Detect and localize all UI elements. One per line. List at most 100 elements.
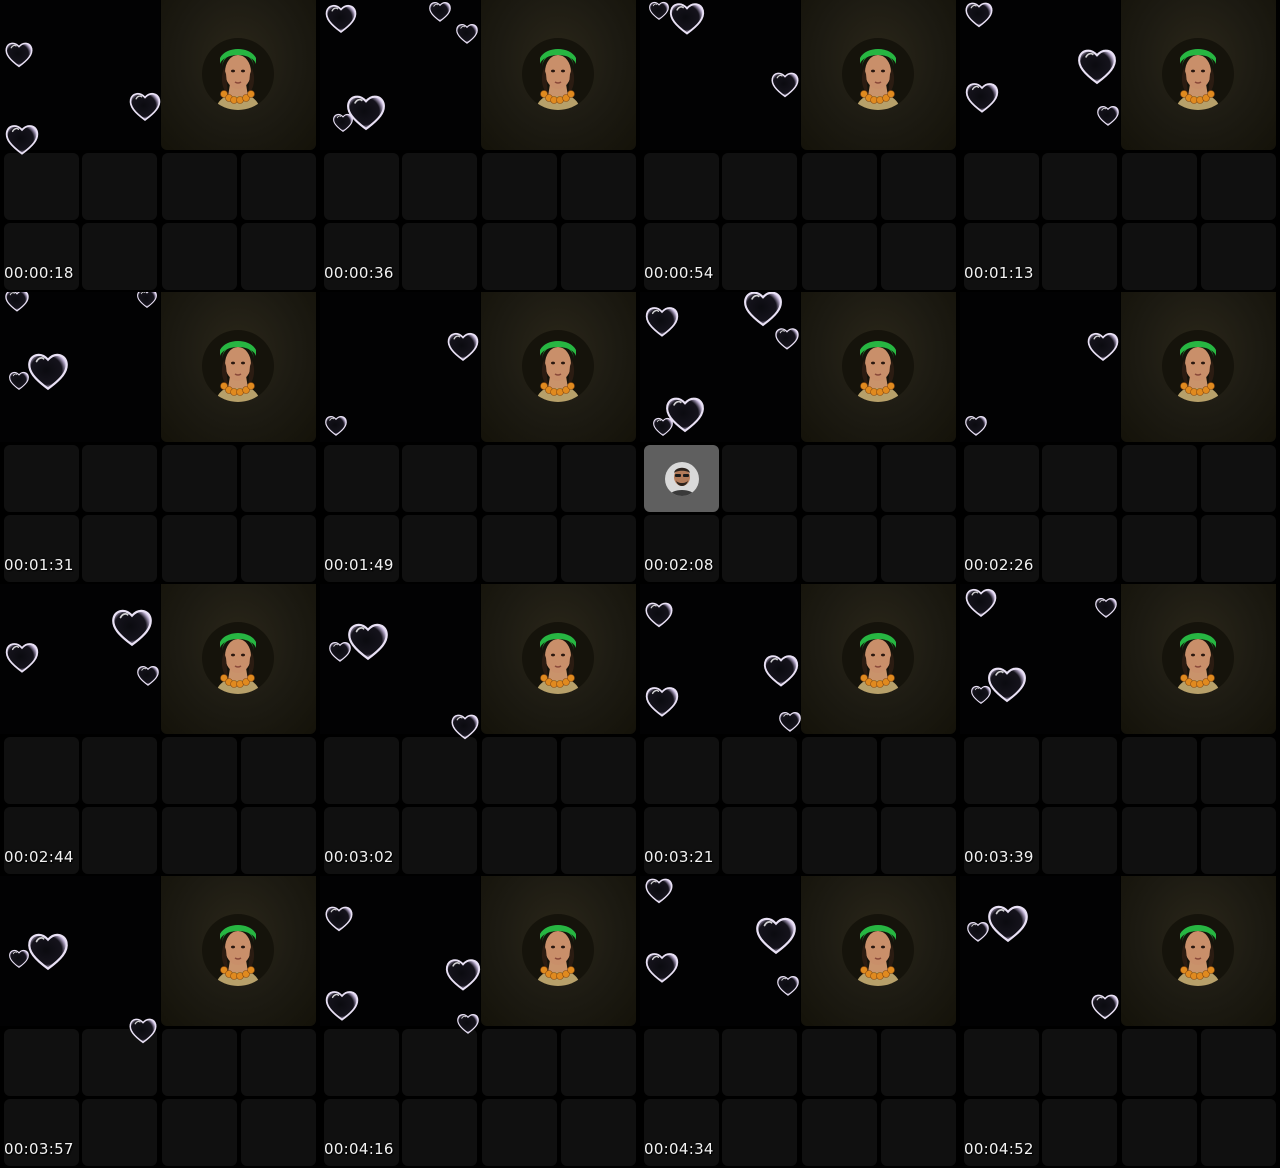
heart-bubble-icon — [444, 956, 482, 998]
video-frame[interactable]: 00:02:26 — [960, 292, 1280, 584]
participant-video — [161, 584, 316, 734]
heart-bubble-icon — [324, 988, 360, 1028]
participant-avatar — [842, 914, 914, 986]
heart-bubble-icon — [644, 950, 680, 990]
empty-video-tile — [324, 153, 399, 220]
frame-timestamp: 00:03:39 — [964, 848, 1034, 866]
empty-video-tile — [1201, 515, 1276, 582]
empty-video-tile — [1201, 223, 1276, 290]
empty-video-tile — [241, 153, 316, 220]
heart-bubble-icon — [332, 112, 354, 138]
empty-video-tile — [162, 223, 237, 290]
empty-video-tile — [4, 445, 79, 512]
video-frame[interactable]: 00:02:44 — [0, 584, 320, 876]
empty-video-tile — [561, 153, 636, 220]
frame-timestamp: 00:01:49 — [324, 556, 394, 574]
empty-video-tile — [1201, 1099, 1276, 1166]
video-frame[interactable]: 00:04:52 — [960, 876, 1280, 1168]
heart-bubble-icon — [970, 684, 992, 710]
heart-bubble-icon — [136, 292, 158, 314]
heart-bubble-icon — [1076, 46, 1118, 92]
video-frame[interactable]: 00:03:21 — [640, 584, 960, 876]
empty-video-tile — [1122, 515, 1197, 582]
frame-timestamp: 00:01:31 — [4, 556, 74, 574]
empty-video-tile — [802, 737, 877, 804]
empty-video-tile — [1122, 807, 1197, 874]
empty-video-tile — [881, 737, 956, 804]
empty-video-tile — [881, 445, 956, 512]
empty-video-tile — [82, 223, 157, 290]
heart-bubble-icon — [450, 712, 480, 746]
video-frame[interactable]: 00:04:16 — [320, 876, 640, 1168]
participant-video — [481, 292, 636, 442]
empty-video-tile — [162, 807, 237, 874]
empty-video-tile — [482, 737, 557, 804]
heart-bubble-icon — [26, 350, 70, 398]
video-frame[interactable]: 00:04:34 — [640, 876, 960, 1168]
heart-bubble-icon — [1094, 596, 1118, 624]
empty-video-tile — [964, 153, 1039, 220]
heart-bubble-icon — [644, 600, 674, 634]
empty-video-tile — [482, 445, 557, 512]
empty-video-tile — [881, 1029, 956, 1096]
empty-video-tile — [644, 153, 719, 220]
heart-bubble-icon — [455, 22, 479, 50]
empty-video-tile — [241, 445, 316, 512]
participant-avatar — [1162, 38, 1234, 110]
heart-bubble-icon — [4, 122, 40, 162]
heart-bubble-icon — [668, 0, 706, 42]
empty-video-tile — [324, 737, 399, 804]
frame-timestamp: 00:02:08 — [644, 556, 714, 574]
empty-video-tile — [1201, 807, 1276, 874]
video-frame[interactable]: 00:03:57 — [0, 876, 320, 1168]
empty-video-tile — [644, 1029, 719, 1096]
video-frame[interactable]: 00:01:49 — [320, 292, 640, 584]
empty-video-tile — [561, 515, 636, 582]
participant-avatar — [202, 914, 274, 986]
empty-video-tile — [881, 223, 956, 290]
empty-video-tile — [802, 223, 877, 290]
frame-timestamp: 00:03:02 — [324, 848, 394, 866]
video-frame[interactable]: 00:00:54 — [640, 0, 960, 292]
empty-video-tile — [162, 1029, 237, 1096]
heart-bubble-icon — [964, 586, 998, 624]
empty-video-tile — [1122, 1029, 1197, 1096]
heart-bubble-icon — [4, 640, 40, 680]
empty-video-tile — [722, 445, 797, 512]
empty-video-tile — [1122, 445, 1197, 512]
empty-video-tile — [644, 737, 719, 804]
video-frame[interactable]: 00:00:36 — [320, 0, 640, 292]
video-frame[interactable]: 00:00:18 — [0, 0, 320, 292]
video-frame[interactable]: 00:03:02 — [320, 584, 640, 876]
heart-bubble-icon — [986, 664, 1028, 710]
video-frame[interactable]: 00:02:08 — [640, 292, 960, 584]
participant-avatar — [202, 622, 274, 694]
heart-bubble-icon — [8, 370, 30, 396]
participant-video — [161, 0, 316, 150]
participant-avatar — [202, 330, 274, 402]
participant-avatar — [522, 622, 594, 694]
frame-timestamp: 00:02:44 — [4, 848, 74, 866]
empty-video-tile — [402, 807, 477, 874]
empty-video-tile — [1122, 1099, 1197, 1166]
heart-bubble-icon — [128, 90, 162, 128]
frame-timestamp: 00:02:26 — [964, 556, 1034, 574]
video-frame[interactable]: 00:01:31 — [0, 292, 320, 584]
empty-video-tile — [1042, 515, 1117, 582]
empty-video-tile — [1122, 223, 1197, 290]
empty-video-tile — [964, 737, 1039, 804]
video-frame[interactable]: 00:03:39 — [960, 584, 1280, 876]
empty-video-tile — [722, 515, 797, 582]
empty-video-tile — [1042, 1099, 1117, 1166]
frame-timestamp: 00:03:21 — [644, 848, 714, 866]
empty-video-tile — [1042, 445, 1117, 512]
heart-bubble-icon — [1096, 104, 1120, 132]
empty-video-tile — [162, 153, 237, 220]
heart-bubble-icon — [644, 304, 680, 344]
empty-video-tile — [561, 1029, 636, 1096]
heart-bubble-icon — [428, 0, 452, 28]
participant-avatar — [522, 914, 594, 986]
empty-video-tile — [802, 1099, 877, 1166]
empty-video-tile — [82, 515, 157, 582]
video-frame[interactable]: 00:01:13 — [960, 0, 1280, 292]
